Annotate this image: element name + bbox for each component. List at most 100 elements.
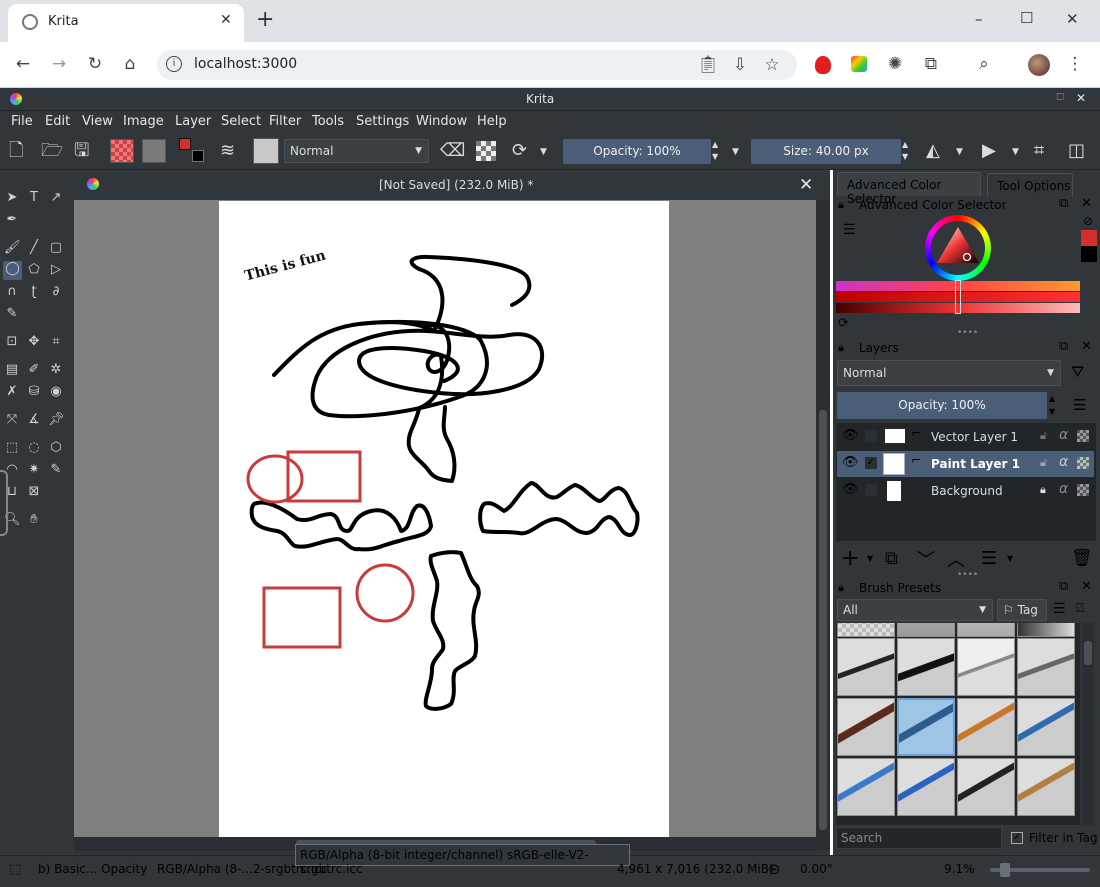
layer-lock-icon[interactable]: 🔓︎	[1040, 456, 1047, 470]
layer-name[interactable]: Background	[931, 484, 1003, 498]
alpha-lock-icon[interactable]: α	[1059, 454, 1068, 470]
new-tab-button[interactable]: +	[256, 7, 274, 32]
layer-row-vector[interactable]: 👁︎ ⌐ Vector Layer 1 🔓︎ α	[837, 424, 1094, 450]
assistant-tool-icon[interactable]: ⤧	[4, 412, 20, 428]
rotation-icon[interactable]: ⊝	[768, 860, 781, 878]
layer-blend-mode-select[interactable]: Normal ▼	[837, 360, 1061, 386]
save-document-icon[interactable]: 🖫︎	[74, 141, 89, 161]
extension-gear-icon[interactable]: ✺	[884, 54, 906, 74]
crop-icon[interactable]: ⌗	[1034, 141, 1044, 161]
filter-in-tag-checkbox[interactable]: ✓	[1011, 832, 1023, 844]
menu-filter[interactable]: Filter	[269, 114, 301, 129]
move-layer-up-icon[interactable]: ︿	[947, 546, 965, 572]
address-bar[interactable]: i localhost:3000 📋︎ ⇩ ☆	[157, 50, 797, 80]
reference-tool-icon[interactable]: 📌︎	[48, 412, 65, 428]
dynamic-brush-tool-icon[interactable]: ∂	[48, 284, 64, 300]
transparency-lock-icon[interactable]	[476, 141, 496, 161]
layer-select-checkbox[interactable]: ✓	[865, 457, 877, 469]
chevron-down-icon[interactable]: ▼	[1007, 554, 1013, 563]
reload-icon[interactable]: ↻	[84, 54, 106, 74]
similar-select-tool-icon[interactable]: ✎	[48, 462, 64, 478]
reload-preset-icon[interactable]: ⟳	[512, 141, 527, 161]
paper[interactable]: This is fun	[219, 201, 669, 837]
duplicate-layer-icon[interactable]: ⧉	[885, 548, 898, 569]
measure-tool-icon[interactable]: ∡	[26, 412, 42, 428]
edit-shapes-tool-icon[interactable]: ↗	[48, 190, 64, 206]
bookmark-star-icon[interactable]: ☆	[761, 55, 783, 75]
alpha-lock-icon[interactable]: α	[1059, 427, 1068, 443]
krita-close-icon[interactable]: ✕	[1076, 91, 1086, 105]
brush-search-input[interactable]: Search	[836, 827, 1002, 849]
brush-settings-icon[interactable]: ≋	[220, 141, 235, 161]
maximize-button[interactable]: ☐	[1020, 9, 1033, 27]
freehand-path-tool-icon[interactable]: ʈ	[26, 284, 42, 300]
selection-icon[interactable]: ⬚	[9, 862, 21, 877]
chevron-down-icon[interactable]: ▼	[1012, 142, 1019, 162]
background-color-swatch[interactable]	[192, 150, 204, 162]
magnetic-select-tool-icon[interactable]: ⊠	[26, 484, 42, 500]
brush-preset-thumbnail[interactable]	[253, 138, 279, 164]
tab-close-icon[interactable]: ✕	[220, 12, 232, 28]
chevron-down-icon[interactable]: ▼	[956, 142, 963, 162]
calligraphy-tool-icon[interactable]: ✒	[4, 212, 20, 228]
toolbox-collapse-handle[interactable]	[0, 470, 8, 536]
brush-preset-tile[interactable]	[897, 698, 955, 756]
close-docker-icon[interactable]: ✕	[1081, 579, 1092, 594]
extension-red-icon[interactable]	[815, 56, 831, 74]
tab-search-icon[interactable]: ⌕	[973, 54, 995, 74]
layer-row-background[interactable]: 👁︎ Background 🔒︎ α	[837, 478, 1094, 504]
layer-lock-icon[interactable]: 🔒︎	[1040, 483, 1046, 497]
eraser-icon[interactable]: ⌫	[440, 141, 465, 161]
new-document-icon[interactable]: 🗋︎	[9, 141, 23, 161]
layer-opacity-spin-icon[interactable]: ▲ ▼	[1049, 392, 1055, 418]
menu-window[interactable]: Window	[416, 114, 467, 129]
menu-help[interactable]: Help	[477, 114, 507, 129]
inherit-alpha-icon[interactable]	[1077, 457, 1089, 469]
foreground-color-swatch[interactable]	[179, 138, 191, 150]
polyline-tool-icon[interactable]: ▷	[48, 262, 64, 278]
brush-grid-scroll-thumb[interactable]	[1084, 641, 1092, 665]
visibility-eye-icon[interactable]: 👁︎	[842, 428, 859, 443]
colorize-mask-tool-icon[interactable]: ✲	[48, 362, 64, 378]
layer-select-checkbox[interactable]	[865, 430, 877, 442]
docker-tab-tool-options[interactable]: Tool Options	[987, 173, 1073, 197]
layer-select-checkbox[interactable]	[865, 484, 877, 496]
gradient-swatch[interactable]	[110, 139, 134, 163]
docker-splitter-handle[interactable]: ••••	[957, 328, 978, 338]
pan-tool-icon[interactable]: ✋︎	[26, 512, 42, 528]
close-docker-icon[interactable]: ✕	[1081, 339, 1092, 354]
layer-name[interactable]: Vector Layer 1	[931, 430, 1018, 444]
clipboard-icon[interactable]: 📋︎	[697, 55, 719, 75]
menu-select[interactable]: Select	[221, 114, 261, 129]
opacity-slider[interactable]: Opacity: 100%	[563, 139, 711, 164]
smart-patch-tool-icon[interactable]: ✗	[4, 384, 20, 400]
tag-button[interactable]: ⚐ Tag	[997, 599, 1047, 621]
extension-colorful-icon[interactable]	[851, 56, 867, 72]
brush-preset-tile[interactable]	[897, 758, 955, 816]
zoom-slider-handle[interactable]	[1000, 863, 1010, 877]
contiguous-select-tool-icon[interactable]: ✷	[26, 462, 42, 478]
browser-menu-icon[interactable]: ⋮	[1064, 54, 1086, 74]
mirror-vertical-icon[interactable]: ▶	[982, 141, 996, 161]
freehand-brush-tool-icon[interactable]: 🖌︎	[4, 240, 21, 256]
menu-image[interactable]: Image	[123, 114, 164, 129]
rectangle-select-tool-icon[interactable]: ⬚	[4, 440, 20, 456]
brush-preset-tile[interactable]	[1017, 638, 1075, 696]
layer-row-paint[interactable]: 👁︎ ✓ ⌐ Paint Layer 1 🔓︎ α	[837, 451, 1094, 477]
close-window-button[interactable]: ✕	[1066, 10, 1079, 28]
vertical-scroll-thumb[interactable]	[819, 410, 827, 830]
add-layer-icon[interactable]: +	[841, 546, 859, 571]
float-docker-icon[interactable]: ⧉	[1059, 339, 1068, 354]
size-slider[interactable]: Size: 40.00 px	[751, 139, 901, 164]
brush-preset-tile[interactable]	[1017, 698, 1075, 756]
lock-icon[interactable]: 🔒︎	[838, 198, 844, 212]
pattern-swatch[interactable]	[142, 139, 166, 163]
extensions-puzzle-icon[interactable]: ⧉	[920, 54, 942, 74]
brush-preset-tile[interactable]	[837, 698, 895, 756]
back-icon[interactable]: ←	[12, 54, 34, 74]
docker-splitter-handle[interactable]: ••••	[957, 570, 978, 580]
fill-tool-icon[interactable]: ⛁	[26, 384, 42, 400]
layer-lock-icon[interactable]: 🔓︎	[1040, 429, 1047, 443]
document-close-icon[interactable]: ✕	[799, 175, 813, 195]
brush-tag-select[interactable]: All ▼	[837, 599, 993, 621]
